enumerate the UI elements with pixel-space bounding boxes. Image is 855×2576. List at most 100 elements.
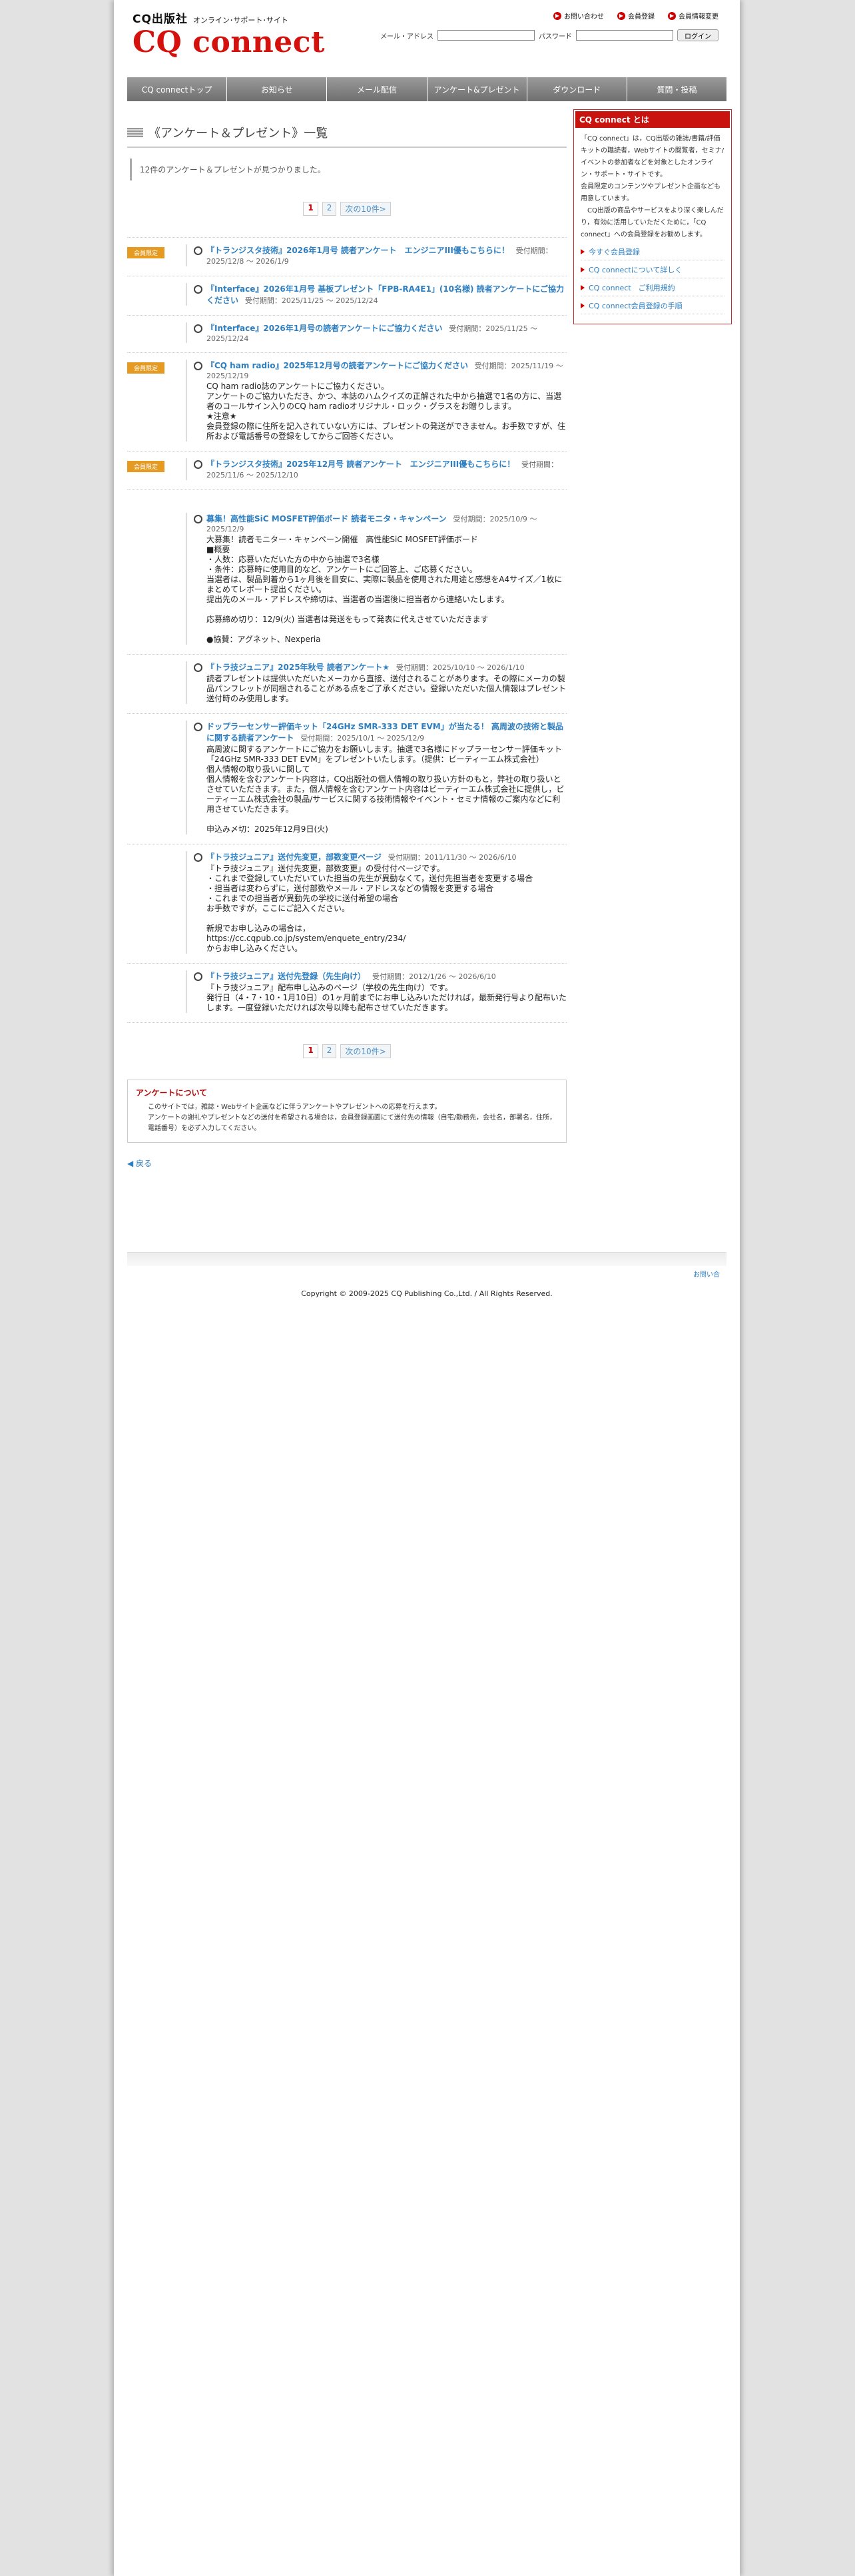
copyright: Copyright © 2009-2025 CQ Publishing Co.,… xyxy=(301,1289,553,1298)
arrow-icon: ▶ xyxy=(668,11,676,20)
nav-qa[interactable]: 質問・投稿 xyxy=(627,77,727,101)
item-period: 受付期間：2025/10/1 ～ 2025/12/9 xyxy=(300,734,425,743)
login-button[interactable]: ログイン xyxy=(677,29,718,41)
bullet-icon xyxy=(194,324,202,333)
nav-mail[interactable]: メール配信 xyxy=(327,77,428,101)
bullet-icon xyxy=(194,285,202,294)
item-title-link[interactable]: 『Interface』2026年1月号の読者アンケートにご協力ください xyxy=(206,324,442,333)
list-item: 『Interface』2026年1月号の読者アンケートにご協力ください 受付期間… xyxy=(127,315,567,352)
main-nav: CQ connectトップ お知らせ メール配信 アンケート&プレゼント ダウン… xyxy=(127,77,727,101)
pager-current: 1 xyxy=(303,202,318,216)
title-bar-icon xyxy=(127,128,143,137)
bullet-icon xyxy=(194,663,202,672)
item-period: 受付期間：2012/1/26 ～ 2026/6/10 xyxy=(372,972,496,981)
sidebar-link-register[interactable]: 今すぐ会員登録 xyxy=(581,246,724,260)
about-heading: アンケートについて xyxy=(136,1088,208,1098)
footer-contact-link[interactable]: お問い合 xyxy=(693,1271,720,1279)
sidebar-link-terms[interactable]: CQ connect ご利用規約 xyxy=(581,282,724,296)
item-description: 読者プレゼントは提供いただいたメーカから直接、送付されることがあります。その際に… xyxy=(206,674,567,703)
triangle-icon xyxy=(581,267,585,272)
bullet-icon xyxy=(194,362,202,370)
bullet-icon xyxy=(194,246,202,255)
triangle-icon xyxy=(581,249,585,254)
item-period: 受付期間：2011/11/30 ～ 2026/6/10 xyxy=(388,853,517,862)
pager-next[interactable]: 次の10件> xyxy=(340,1044,391,1058)
arrow-icon: ▶ xyxy=(617,11,625,20)
login-form: メール・アドレス パスワード ログイン xyxy=(380,29,718,41)
nav-news[interactable]: お知らせ xyxy=(227,77,328,101)
bullet-icon xyxy=(194,460,202,469)
arrow-icon: ▶ xyxy=(553,11,561,20)
triangle-icon xyxy=(581,285,585,290)
pager-current: 1 xyxy=(303,1044,318,1058)
list-item: 『トラ技ジュニア』2025年秋号 読者アンケート★ 受付期間：2025/10/1… xyxy=(127,654,567,713)
item-title-link[interactable]: 募集！高性能SiC MOSFET評価ボード 読者モニタ・キャンペーン xyxy=(206,514,447,523)
register-link[interactable]: ▶ 会員登録 xyxy=(617,11,655,21)
list-item: 『トラ技ジュニア』送付先変更，部数変更ページ 受付期間：2011/11/30 ～… xyxy=(127,844,567,963)
sidebar-link-label: 今すぐ会員登録 xyxy=(589,248,640,256)
list-item: 募集！高性能SiC MOSFET評価ボード 読者モニタ・キャンペーン 受付期間：… xyxy=(127,489,567,654)
brand[interactable]: CQ出版社 オンライン･サポート･サイト CQ connect xyxy=(133,9,325,59)
sidebar-link-label: CQ connect ご利用規約 xyxy=(589,284,675,292)
item-description: 『トラ技ジュニア』送付先変更，部数変更」の受付付ページです。 ・これまで登録して… xyxy=(206,864,533,953)
item-title-link[interactable]: 『トランジスタ技術』2026年1月号 読者アンケート エンジニアIII優もこちら… xyxy=(206,246,509,255)
back-link[interactable]: ◀ 戻る xyxy=(127,1157,567,1169)
pager-top: 1 2 次の10件> xyxy=(127,202,567,216)
sidebar-link-label: CQ connect会員登録の手順 xyxy=(589,302,683,310)
triangle-icon xyxy=(581,303,585,308)
bullet-icon xyxy=(194,723,202,731)
item-description: 高周波に関するアンケートにご協力をお願いします。抽選で3名様にドップラーセンサー… xyxy=(206,745,565,834)
pager-next[interactable]: 次の10件> xyxy=(340,202,391,216)
nav-survey[interactable]: アンケート&プレゼント xyxy=(427,77,527,101)
header: CQ出版社 オンライン･サポート･サイト CQ connect ▶ お問い合わせ … xyxy=(127,0,726,73)
list-item: ドップラーセンサー評価キット「24GHz SMR-333 DET EVM」が当た… xyxy=(127,713,567,844)
list-item: 『トラ技ジュニア』送付先登録（先生向け） 受付期間：2012/1/26 ～ 20… xyxy=(127,963,567,1023)
nav-download[interactable]: ダウンロード xyxy=(527,77,627,101)
sidebar-text: 「CQ connect」は，CQ出版の雑誌/書籍/評価キットの職読者，Webサイ… xyxy=(581,135,724,238)
member-badge: 会員限定 xyxy=(127,362,165,374)
register-label: 会員登録 xyxy=(628,13,655,21)
email-label: メール・アドレス xyxy=(380,33,433,41)
password-label: パスワード xyxy=(539,33,572,41)
email-field[interactable] xyxy=(437,30,535,41)
nav-top[interactable]: CQ connectトップ xyxy=(127,77,228,101)
item-title-link[interactable]: 『トランジスタ技術』2025年12月号 読者アンケート エンジニアIII優もこち… xyxy=(206,460,515,469)
pager-bottom: 1 2 次の10件> xyxy=(127,1044,567,1058)
logo[interactable]: CQ connect xyxy=(133,26,325,59)
sidebar-link-about[interactable]: CQ connectについて詳しく xyxy=(581,264,724,278)
list-item: 会員限定 『トランジスタ技術』2025年12月号 読者アンケート エンジニアII… xyxy=(127,451,567,489)
item-title-link[interactable]: 『CQ ham radio』2025年12月号の読者アンケートにご協力ください xyxy=(206,361,468,370)
result-count: 12件のアンケート＆プレゼントが見つかりました。 xyxy=(130,159,567,180)
item-description: CQ ham radio誌のアンケートにご協力ください。 アンケートのご協力いた… xyxy=(206,382,566,441)
bullet-icon xyxy=(194,853,202,862)
pager-page-2[interactable]: 2 xyxy=(322,202,337,216)
item-title-link[interactable]: 『トラ技ジュニア』送付先登録（先生向け） xyxy=(206,972,366,981)
member-badge: 会員限定 xyxy=(127,247,165,258)
member-edit-link[interactable]: ▶ 会員情報変更 xyxy=(668,11,718,21)
pager-page-2[interactable]: 2 xyxy=(322,1044,337,1058)
list-item: 会員限定 『トランジスタ技術』2026年1月号 読者アンケート エンジニアIII… xyxy=(127,237,567,276)
password-field[interactable] xyxy=(576,30,673,41)
site-subtitle: オンライン･サポート･サイト xyxy=(192,16,288,25)
back-label: 戻る xyxy=(136,1159,152,1168)
footer: お問い合 Copyright © 2009-2025 CQ Publishing… xyxy=(127,1252,726,1298)
item-title-link[interactable]: 『トラ技ジュニア』2025年秋号 読者アンケート★ xyxy=(206,663,390,672)
sidebar-link-steps[interactable]: CQ connect会員登録の手順 xyxy=(581,300,724,314)
contact-link[interactable]: ▶ お問い合わせ xyxy=(553,11,604,21)
member-badge: 会員限定 xyxy=(127,461,165,472)
item-period: 受付期間：2025/10/10 ～ 2026/1/10 xyxy=(396,663,525,672)
about-text: このサイトでは，雑誌・Webサイト企画などに伴うアンケートやプレゼントへの応募を… xyxy=(148,1104,556,1132)
page-title-row: 《アンケート＆プレゼント》一覧 xyxy=(127,124,567,148)
item-title-link[interactable]: 『トラ技ジュニア』送付先変更，部数変更ページ xyxy=(206,852,382,862)
bullet-icon xyxy=(194,972,202,981)
bullet-icon xyxy=(194,515,202,523)
member-edit-label: 会員情報変更 xyxy=(679,13,718,21)
sidebar-link-label: CQ connectについて詳しく xyxy=(589,266,683,274)
publisher-name: CQ出版社 xyxy=(133,13,188,26)
sidebar-heading: CQ connect とは xyxy=(575,111,730,128)
about-survey-box: アンケートについて このサイトでは，雑誌・Webサイト企画などに伴うアンケートや… xyxy=(127,1080,567,1143)
item-description: 『トラ技ジュニア』配布申し込みのページ（学校の先生向け）です。 発行日（4・7・… xyxy=(206,983,567,1012)
list-item: 『Interface』2026年1月号 基板プレゼント「FPB-RA4E1」(1… xyxy=(127,276,567,315)
top-links: ▶ お問い合わせ ▶ 会員登録 ▶ 会員情報変更 xyxy=(553,11,718,21)
page-container: CQ出版社 オンライン･サポート･サイト CQ connect ▶ お問い合わせ … xyxy=(114,0,740,2576)
